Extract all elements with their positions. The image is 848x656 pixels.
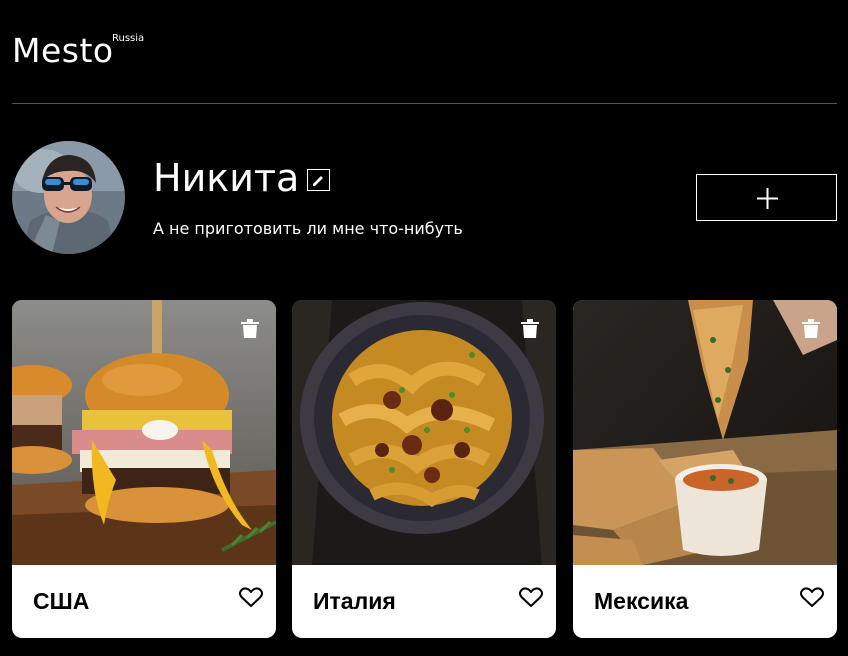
profile: Никита А не приготовить ли мне что-нибут… bbox=[12, 141, 837, 256]
trash-icon[interactable] bbox=[521, 319, 539, 338]
cards-grid: США Италия Мексика bbox=[12, 300, 837, 638]
logo-subtitle: Russia bbox=[112, 33, 145, 44]
header: Mesto Russia bbox=[12, 0, 837, 104]
avatar-image bbox=[12, 141, 125, 254]
burger-photo bbox=[12, 300, 276, 565]
heart-icon[interactable] bbox=[239, 587, 263, 608]
card: США bbox=[12, 300, 276, 638]
edit-profile-button[interactable] bbox=[307, 169, 330, 191]
card-image[interactable] bbox=[292, 300, 556, 565]
card: Италия bbox=[292, 300, 556, 638]
card-image[interactable] bbox=[12, 300, 276, 565]
profile-name: Никита bbox=[153, 156, 300, 200]
avatar[interactable] bbox=[12, 141, 125, 254]
heart-icon[interactable] bbox=[519, 587, 543, 608]
card: Мексика bbox=[573, 300, 837, 638]
card-title: Мексика bbox=[594, 588, 689, 614]
trash-icon[interactable] bbox=[802, 319, 820, 338]
add-card-button[interactable] bbox=[696, 174, 837, 221]
card-title: Италия bbox=[313, 588, 396, 614]
pencil-icon bbox=[313, 176, 323, 186]
heart-icon[interactable] bbox=[800, 587, 824, 608]
pasta-photo bbox=[292, 300, 556, 565]
plus-icon bbox=[757, 188, 778, 209]
logo: Mesto bbox=[12, 31, 114, 70]
quesadilla-photo bbox=[573, 300, 837, 565]
card-title: США bbox=[33, 588, 90, 614]
card-image[interactable] bbox=[573, 300, 837, 565]
trash-icon[interactable] bbox=[241, 319, 259, 338]
profile-about: А не приготовить ли мне что-нибуть bbox=[153, 219, 463, 238]
